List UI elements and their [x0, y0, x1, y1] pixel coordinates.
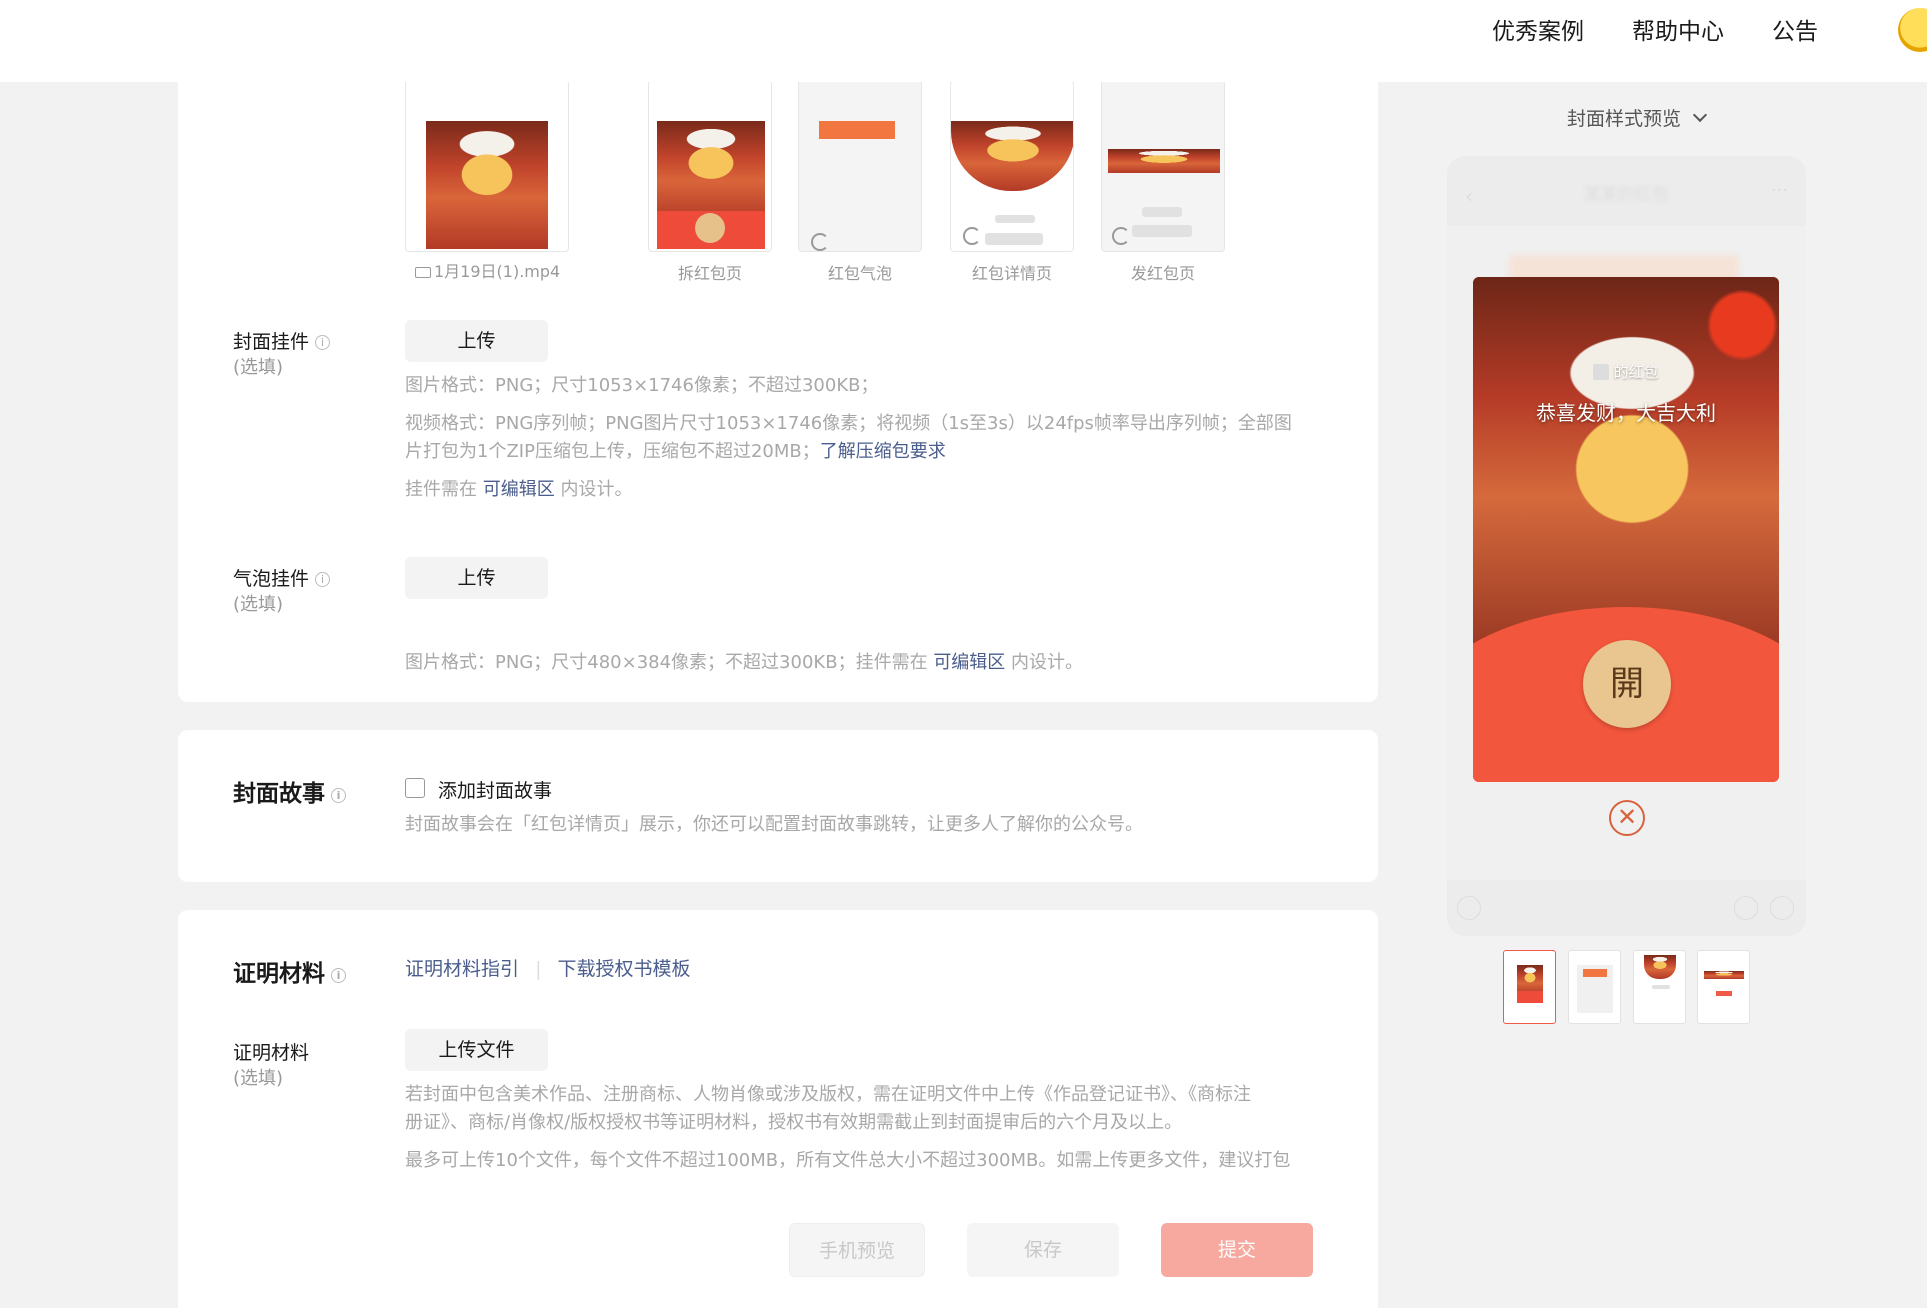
bubble-pendant-label: 气泡挂件 i — [233, 564, 331, 591]
cover-art-image — [426, 121, 548, 249]
cover-story-desc: 封面故事会在「红包详情页」展示，你还可以配置封面故事跳转，让更多人了解你的公众号… — [405, 814, 1143, 835]
top-bar: 优秀案例 帮助中心 公告 — [0, 0, 1927, 82]
open-button-mini — [695, 213, 725, 243]
preview-label: 发红包页 — [1130, 264, 1195, 283]
loading-icon — [811, 233, 829, 251]
submit-button[interactable]: 提交 — [1161, 1223, 1313, 1277]
cover-pendant-label: 封面挂件 i — [233, 327, 331, 354]
more-icon: ··· — [1770, 180, 1788, 201]
optional-hint: (选填) — [233, 357, 284, 378]
cover-style-preview-selector[interactable]: 封面样式预览 — [1567, 104, 1708, 131]
bubble-pendant-desc: 图片格式：PNG；尺寸480×384像素；不超过300KB；挂件需在 可编辑区 … — [405, 652, 1084, 673]
plus-icon — [1770, 896, 1794, 920]
video-file-name: 1月19日(1).mp4 — [415, 258, 560, 282]
preview-bubble[interactable] — [798, 80, 922, 252]
editable-area-link[interactable]: 可编辑区 — [933, 652, 1005, 673]
proof-desc: 若封面中包含美术作品、注册商标、人物肖像或涉及版权，需在证明文件中上传《作品登记… — [405, 1084, 1291, 1171]
info-icon[interactable]: i — [315, 572, 331, 587]
cover-story-card: 封面故事 i 添加封面故事 封面故事会在「红包详情页」展示，你还可以配置封面故事跳… — [178, 730, 1378, 882]
phone-preview-button[interactable]: 手机预览 — [789, 1223, 925, 1277]
media-card: 1月19日(1).mp4 拆红包页 红包气泡 红包详情页 发红包页 封面挂件 i … — [178, 40, 1378, 702]
nav-announcement[interactable]: 公告 — [1772, 12, 1818, 46]
bubble-pendant-upload-button[interactable]: 上传 — [405, 557, 548, 599]
cover-pendant-desc: 图片格式：PNG；尺寸1053×1746像素；不超过300KB； 视频格式：PN… — [405, 375, 1292, 500]
zip-requirements-link[interactable]: 了解压缩包要求 — [820, 441, 946, 462]
preview-label: 拆红包页 — [677, 264, 742, 283]
save-button[interactable]: 保存 — [967, 1223, 1119, 1277]
optional-hint: (选填) — [233, 594, 284, 615]
voice-icon — [1457, 896, 1481, 920]
proof-field-label: 证明材料 — [233, 1042, 310, 1064]
cover-art-image — [1108, 149, 1220, 173]
cover-art-image — [657, 121, 765, 221]
nav-excellent-cases[interactable]: 优秀案例 — [1492, 12, 1584, 46]
preview-label: 红包详情页 — [971, 264, 1052, 283]
mini-preview-open-page[interactable] — [1503, 950, 1556, 1024]
mini-preview-bubble[interactable] — [1568, 950, 1621, 1024]
nav-help-center[interactable]: 帮助中心 — [1632, 12, 1724, 46]
cover-art-image — [951, 121, 1073, 191]
preview-open-page[interactable] — [648, 80, 772, 252]
mini-preview-send-page[interactable] — [1697, 950, 1750, 1024]
phone-input-bar — [1447, 880, 1806, 936]
editable-area-link[interactable]: 可编辑区 — [483, 479, 555, 500]
proof-links: 证明材料指引 | 下载授权书模板 — [405, 954, 691, 981]
chevron-down-icon — [1692, 107, 1708, 123]
avatar[interactable] — [1898, 8, 1927, 52]
sender-name: 的红包 — [1473, 361, 1779, 382]
open-envelope-button[interactable]: 開 — [1583, 640, 1671, 728]
proof-guide-link[interactable]: 证明材料指引 — [405, 958, 519, 980]
add-cover-story-label[interactable]: 添加封面故事 — [438, 776, 552, 803]
cover-art-image — [1644, 955, 1676, 979]
loading-icon — [1112, 227, 1130, 245]
phone-header: ‹ 某某的红包 ··· — [1447, 156, 1806, 226]
info-icon[interactable]: i — [331, 788, 346, 803]
video-thumbnail[interactable] — [405, 80, 569, 252]
sender-avatar-icon — [1593, 364, 1610, 380]
loading-icon — [963, 227, 981, 245]
mini-preview-detail-page[interactable] — [1633, 950, 1686, 1024]
info-icon[interactable]: i — [315, 335, 331, 350]
add-cover-story-checkbox[interactable] — [405, 778, 425, 798]
emoji-icon — [1734, 896, 1758, 920]
optional-hint: (选填) — [233, 1068, 284, 1089]
preview-send-page[interactable] — [1101, 80, 1225, 252]
info-icon[interactable]: i — [331, 968, 346, 983]
red-envelope-cover: 的红包 恭喜发财，大吉大利 開 — [1473, 277, 1779, 782]
phone-title: 某某的红包 — [1584, 185, 1669, 205]
divider: | — [535, 958, 542, 980]
phone-preview: ‹ 某某的红包 ··· 的红包 恭喜发财，大吉大利 開 ✕ — [1447, 156, 1806, 936]
upload-file-button[interactable]: 上传文件 — [405, 1029, 548, 1071]
proof-title: 证明材料 i — [233, 954, 346, 988]
preview-detail-page[interactable] — [950, 80, 1074, 252]
cover-art-image — [1704, 971, 1744, 979]
footer-action-bar: 手机预览 保存 提交 — [178, 1180, 1378, 1308]
greeting-text: 恭喜发财，大吉大利 — [1536, 401, 1716, 425]
cover-pendant-upload-button[interactable]: 上传 — [405, 320, 548, 362]
video-icon — [415, 267, 431, 278]
preview-label: 红包气泡 — [827, 264, 892, 283]
close-icon[interactable]: ✕ — [1609, 800, 1645, 836]
cover-story-title: 封面故事 i — [233, 774, 346, 808]
download-template-link[interactable]: 下载授权书模板 — [558, 958, 691, 980]
